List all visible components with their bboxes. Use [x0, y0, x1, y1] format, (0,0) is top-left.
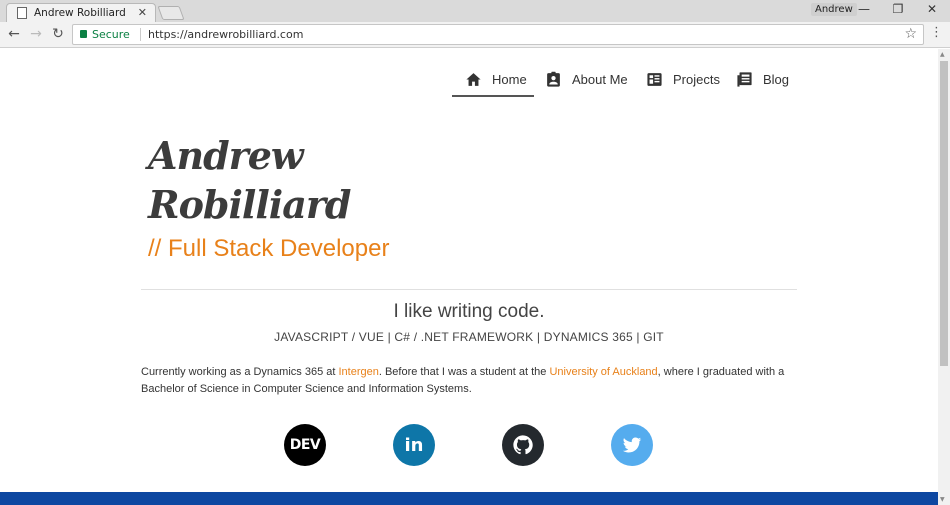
new-tab-button[interactable]: [157, 6, 185, 20]
twitter-icon[interactable]: [611, 424, 653, 466]
bio-text-2: . Before that I was a student at the: [378, 366, 550, 378]
footer-band: [0, 492, 938, 505]
scroll-down-icon[interactable]: ▼: [940, 496, 945, 503]
nav-about-label: About Me: [572, 71, 628, 87]
page-content: Home About Me Projects Blog Andrew Robil…: [0, 49, 938, 505]
github-icon[interactable]: [502, 424, 544, 466]
nav-blog[interactable]: Blog: [736, 59, 789, 99]
security-label[interactable]: Secure: [92, 28, 130, 41]
nav-about-me[interactable]: About Me: [545, 59, 628, 99]
dev-label: DEV: [289, 437, 321, 453]
address-separator: [140, 28, 141, 41]
browser-title-bar: Andrew Robilliard ✕ Andrew — ❐ ✕: [0, 0, 950, 22]
close-window-button[interactable]: ✕: [922, 2, 942, 16]
contact-card-icon: [547, 71, 560, 87]
active-nav-indicator: [452, 95, 534, 97]
tagline: I like writing code.: [393, 301, 545, 322]
tab-title: Andrew Robilliard: [34, 7, 126, 19]
nav-home-label: Home: [492, 71, 527, 87]
bio-paragraph: Currently working as a Dynamics 365 at I…: [141, 364, 797, 398]
back-button[interactable]: ←: [6, 26, 22, 42]
restore-button[interactable]: ❐: [888, 2, 908, 16]
hero-name-first: Andrew: [148, 133, 304, 178]
home-icon: [466, 72, 481, 86]
linkedin-label: in: [404, 434, 424, 456]
scroll-up-icon[interactable]: ▲: [940, 51, 945, 58]
nav-blog-label: Blog: [763, 71, 790, 87]
nav-projects[interactable]: Projects: [646, 59, 720, 99]
twitter-bird-icon: [622, 437, 642, 453]
hero-subtitle: // Full Stack Developer: [148, 235, 390, 262]
projects-grid-icon: [647, 72, 662, 86]
tab-close-icon[interactable]: ✕: [138, 6, 147, 19]
bio-text-1: Currently working as a Dynamics 365 at: [141, 366, 339, 378]
browser-tab[interactable]: Andrew Robilliard ✕: [6, 3, 156, 22]
hero-name-last: Robilliard: [148, 182, 351, 227]
intergen-link[interactable]: Intergen: [338, 366, 378, 378]
url-text[interactable]: https://andrewrobilliard.com: [148, 28, 303, 41]
bookmark-star-icon[interactable]: ☆: [904, 26, 917, 42]
page-icon: [17, 7, 27, 19]
scrollbar-thumb[interactable]: [940, 61, 948, 366]
minimize-button[interactable]: —: [854, 2, 874, 16]
browser-menu-icon[interactable]: ⋮: [930, 25, 943, 40]
address-bar[interactable]: Secure https://andrewrobilliard.com ☆: [72, 24, 924, 45]
blog-news-icon: [737, 71, 752, 87]
profile-button[interactable]: Andrew: [811, 3, 857, 16]
browser-toolbar: ← → ↻ Secure https://andrewrobilliard.co…: [0, 22, 950, 48]
reload-button[interactable]: ↻: [50, 26, 66, 42]
forward-button[interactable]: →: [28, 26, 44, 42]
github-mark-icon: [513, 435, 533, 455]
university-link[interactable]: University of Auckland: [549, 366, 657, 378]
page-scrollbar[interactable]: ▲ ▼: [938, 49, 950, 505]
skills-list: JAVASCRIPT / VUE | C# / .NET FRAMEWORK |…: [274, 330, 664, 344]
linkedin-icon[interactable]: in: [393, 424, 435, 466]
lock-icon: [80, 30, 87, 38]
nav-home[interactable]: Home: [465, 59, 527, 99]
section-divider: [141, 289, 797, 290]
nav-projects-label: Projects: [673, 71, 720, 87]
dev-icon[interactable]: DEV: [284, 424, 326, 466]
